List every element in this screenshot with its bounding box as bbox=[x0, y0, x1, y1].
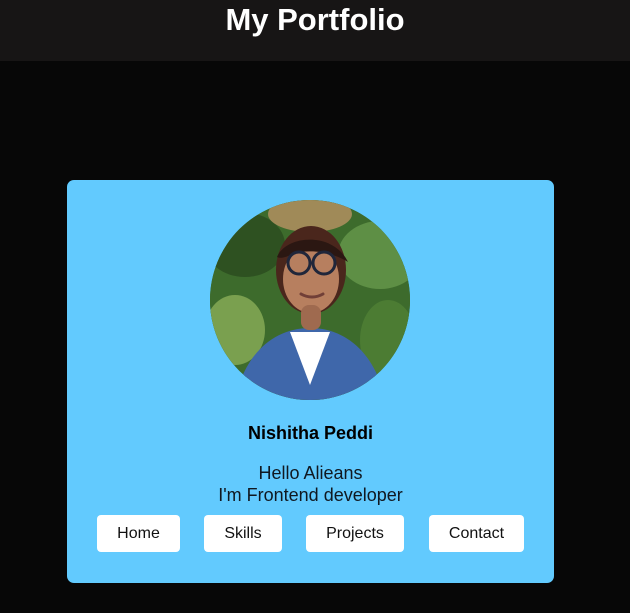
profile-card: Nishitha Peddi Hello Alieans I'm Fronten… bbox=[67, 180, 554, 583]
skills-button[interactable]: Skills bbox=[204, 515, 282, 552]
projects-button[interactable]: Projects bbox=[306, 515, 404, 552]
profile-greeting: Hello Alieans I'm Frontend developer bbox=[67, 462, 554, 506]
profile-photo-icon bbox=[210, 200, 410, 400]
greeting-line-2: I'm Frontend developer bbox=[218, 485, 403, 505]
profile-photo bbox=[210, 200, 410, 400]
page-header: My Portfolio bbox=[0, 0, 630, 61]
page-title: My Portfolio bbox=[225, 2, 405, 37]
contact-button[interactable]: Contact bbox=[429, 515, 524, 552]
profile-name: Nishitha Peddi bbox=[247, 423, 373, 443]
home-button[interactable]: Home bbox=[97, 515, 180, 552]
greeting-line-1: Hello Alieans bbox=[258, 463, 363, 483]
